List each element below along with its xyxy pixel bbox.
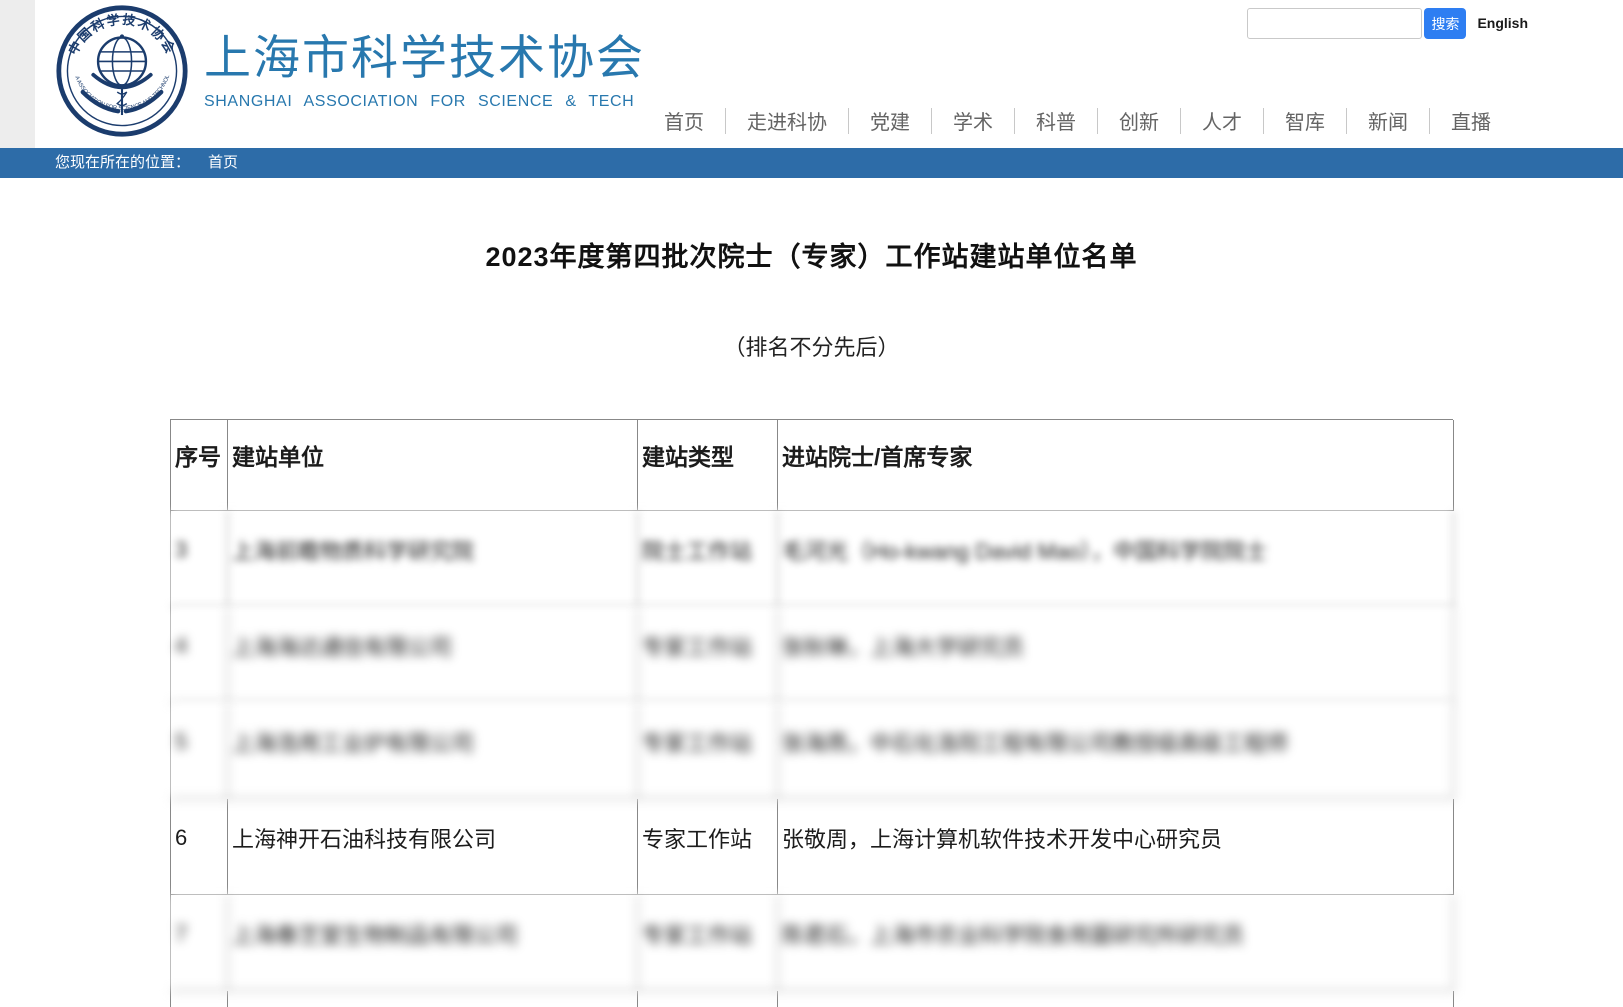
column-header-no: 序号 <box>171 420 228 511</box>
breadcrumb-label: 您现在所在的位置： <box>55 154 190 171</box>
nav-item-news[interactable]: 新闻 <box>1347 106 1429 135</box>
cell-type: 院士工作站 <box>638 511 778 607</box>
cell-type: 专家工作站 <box>638 799 778 895</box>
table-row: 6 上海神开石油科技有限公司 专家工作站 张敬周，上海计算机软件技术开发中心研究… <box>171 799 1453 895</box>
cell-expert: 陈君石，上海市农业科学院食用菌研究所研究员 <box>778 895 1454 991</box>
table-row: 3 上海前瞻物质科学研究院 院士工作站 毛河光（Ho-kwang David M… <box>171 511 1453 607</box>
search-input[interactable] <box>1247 8 1422 39</box>
cell-type: 专家工作站 <box>638 703 778 799</box>
cast-emblem-icon: 中国科学技术协会 CHINA ASSOCIATION FOR SCIENCE A… <box>55 4 189 138</box>
column-header-unit: 建站单位 <box>228 420 638 511</box>
table-header-row: 序号 建站单位 建站类型 进站院士/首席专家 <box>171 420 1453 511</box>
workstation-table: 序号 建站单位 建站类型 进站院士/首席专家 3 上海前瞻物质科学研究院 院士工… <box>170 419 1453 1007</box>
table-row: 5 上海浩用工业炉有限公司 专家工作站 张海燕，中石化洛阳工程有限公司教授级高级… <box>171 703 1453 799</box>
cell-expert: 毛河光（Ho-kwang David Mao），中国科学院院士 <box>778 511 1454 607</box>
cell-unit: 上海神开石油科技有限公司 <box>228 799 638 895</box>
cell-unit <box>228 991 638 1007</box>
search-button[interactable]: 搜索 <box>1424 8 1466 39</box>
nav-item-about[interactable]: 走进科协 <box>726 106 848 135</box>
cell-no: 3 <box>171 511 228 607</box>
nav-item-innovation[interactable]: 创新 <box>1098 106 1180 135</box>
nav-item-live[interactable]: 直播 <box>1430 106 1512 135</box>
page-subtitle: （排名不分先后） <box>170 330 1453 362</box>
cell-type: 专家工作站 <box>638 895 778 991</box>
cell-expert: 张海燕，中石化洛阳工程有限公司教授级高级工程师 <box>778 703 1454 799</box>
column-header-expert: 进站院士/首席专家 <box>778 420 1454 511</box>
cell-no: 5 <box>171 703 228 799</box>
breadcrumb-home-link[interactable]: 首页 <box>208 154 238 171</box>
nav-item-home[interactable]: 首页 <box>643 106 725 135</box>
cell-no: 4 <box>171 607 228 703</box>
nav-item-talent[interactable]: 人才 <box>1181 106 1263 135</box>
nav-item-party-building[interactable]: 党建 <box>849 106 931 135</box>
column-header-type: 建站类型 <box>638 420 778 511</box>
nav-item-academic[interactable]: 学术 <box>932 106 1014 135</box>
cell-type <box>638 991 778 1007</box>
breadcrumb: 您现在所在的位置： 首页 <box>0 148 1623 178</box>
logo-title-en: SHANGHAI ASSOCIATION FOR SCIENCE & TECH <box>204 93 645 111</box>
logo-text: 上海市科学技术协会 SHANGHAI ASSOCIATION FOR SCIEN… <box>204 4 645 111</box>
header: 中国科学技术协会 CHINA ASSOCIATION FOR SCIENCE A… <box>0 0 1623 148</box>
cell-expert <box>778 991 1454 1007</box>
search-area: 搜索 English <box>1247 8 1528 39</box>
cell-unit: 上海浩用工业炉有限公司 <box>228 703 638 799</box>
main-nav: 首页 走进科协 党建 学术 科普 创新 人才 智库 新闻 直播 <box>643 106 1512 135</box>
table-row: 7 上海春芝堂生物制品有限公司 专家工作站 陈君石，上海市农业科学院食用菌研究所… <box>171 895 1453 991</box>
nav-item-think-tank[interactable]: 智库 <box>1264 106 1346 135</box>
cell-no: 6 <box>171 799 228 895</box>
cell-no <box>171 991 228 1007</box>
cell-unit: 上海前瞻物质科学研究院 <box>228 511 638 607</box>
cell-expert: 张秋琳，上海大学研究员 <box>778 607 1454 703</box>
logo-link[interactable]: 中国科学技术协会 CHINA ASSOCIATION FOR SCIENCE A… <box>55 4 645 138</box>
cell-expert: 张敬周，上海计算机软件技术开发中心研究员 <box>778 799 1454 895</box>
cell-unit: 上海海达通信有限公司 <box>228 607 638 703</box>
nav-item-science-popularization[interactable]: 科普 <box>1015 106 1097 135</box>
english-link[interactable]: English <box>1477 8 1528 39</box>
header-inner: 中国科学技术协会 CHINA ASSOCIATION FOR SCIENCE A… <box>35 0 1623 148</box>
table-row <box>171 991 1453 1007</box>
main-content: 2023年度第四批次院士（专家）工作站建站单位名单 （排名不分先后） 序号 建站… <box>0 178 1623 1007</box>
cell-no: 7 <box>171 895 228 991</box>
logo-title-cn: 上海市科学技术协会 <box>204 32 645 84</box>
cell-unit: 上海春芝堂生物制品有限公司 <box>228 895 638 991</box>
page-title: 2023年度第四批次院士（专家）工作站建站单位名单 <box>170 235 1453 274</box>
table-row: 4 上海海达通信有限公司 专家工作站 张秋琳，上海大学研究员 <box>171 607 1453 703</box>
cell-type: 专家工作站 <box>638 607 778 703</box>
